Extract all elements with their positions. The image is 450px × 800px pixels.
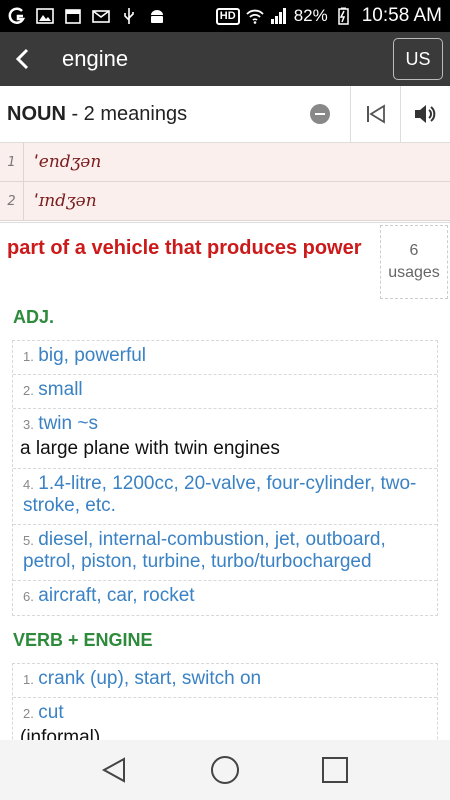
collapse-icon[interactable] (310, 104, 330, 124)
item-text: twin ~s (38, 413, 98, 434)
item-text: crank (up), start, switch on (38, 668, 262, 689)
calendar-icon (65, 9, 81, 24)
usages-label: usages (388, 264, 440, 281)
item-number: 1. (23, 349, 34, 364)
skip-back-icon (366, 104, 385, 124)
item-number: 6. (23, 589, 34, 604)
section-title: VERB + ENGINE (13, 630, 153, 650)
nav-recents-icon[interactable] (320, 755, 350, 785)
pronunciation-row[interactable]: 1 ˈendʒən (0, 142, 450, 182)
item-text: 1.4-litre, 1200cc, 20-valve, four-cylind… (23, 473, 417, 516)
signal-icon (270, 8, 286, 24)
item-number: 2. (23, 383, 34, 398)
pos-name: NOUN (7, 102, 66, 125)
item-text: aircraft, car, rocket (38, 585, 195, 606)
meaning-block: part of a vehicle that produces power 6 … (0, 222, 450, 300)
pronunciation-text: ˈɪndʒən (34, 191, 97, 211)
item-number: 1. (23, 672, 34, 687)
pronunciation-row[interactable]: 2 ˈɪndʒən (0, 181, 450, 221)
app-notification-icon (8, 7, 26, 24)
nav-home-icon[interactable] (209, 754, 241, 786)
list-item[interactable]: 1. big, powerful (13, 341, 437, 375)
pronunciation-number: 2 (0, 181, 24, 221)
navigation-bar (0, 740, 450, 800)
speaker-icon (414, 105, 435, 123)
skip-back-button[interactable] (350, 85, 400, 143)
usages-box[interactable]: 6 usages (380, 225, 448, 299)
section-title: ADJ. (13, 307, 55, 327)
gallery-icon (36, 8, 54, 24)
item-text: small (38, 379, 83, 400)
battery-percent: 82% (293, 6, 328, 25)
email-icon (92, 10, 110, 23)
item-text: cut (38, 702, 64, 723)
chevron-left-icon (15, 48, 29, 70)
item-number: 2. (23, 706, 34, 721)
list-item[interactable]: 5. diesel, internal-combustion, jet, out… (13, 525, 437, 581)
meanings-count: - 2 meanings (65, 102, 188, 125)
pos-label: NOUN - 2 meanings (0, 103, 187, 126)
clock: 10:58 AM (361, 5, 442, 26)
hd-voice-badge: HD (215, 7, 240, 25)
list-item[interactable]: 3. twin ~s a large plane with twin engin… (13, 409, 437, 469)
pos-header: NOUN - 2 meanings (0, 85, 450, 143)
item-number: 5. (23, 533, 34, 548)
status-bar: HD 82% 10:58 AM (0, 0, 450, 32)
battery-charging-icon (337, 7, 349, 25)
item-example: a large plane with twin engines (20, 438, 280, 459)
pronunciation-text: ˈendʒən (34, 152, 102, 172)
collocation-list: 1. big, powerful 2. small 3. twin ~s a l… (12, 340, 438, 616)
back-button[interactable] (0, 32, 44, 86)
item-number: 4. (23, 477, 34, 492)
nav-back-icon[interactable] (100, 755, 130, 785)
android-icon (151, 10, 163, 23)
pronunciation-number: 1 (0, 142, 24, 182)
speaker-button[interactable] (400, 85, 450, 143)
list-item[interactable]: 4. 1.4-litre, 1200cc, 20-valve, four-cyl… (13, 469, 437, 525)
action-bar: engine US (0, 32, 450, 86)
list-item[interactable]: 6. aircraft, car, rocket (13, 581, 437, 615)
language-button[interactable]: US (393, 38, 443, 80)
list-item[interactable]: 2. small (13, 375, 437, 409)
item-text: diesel, internal-combustion, jet, outboa… (23, 529, 386, 572)
wifi-icon (246, 9, 264, 24)
meaning-definition: part of a vehicle that produces power (7, 237, 362, 259)
page-title: engine (62, 46, 129, 71)
item-number: 3. (23, 417, 34, 432)
usages-count: 6 (409, 242, 419, 259)
list-item[interactable]: 1. crank (up), start, switch on (13, 664, 437, 698)
item-text: big, powerful (38, 345, 147, 366)
usb-icon (124, 8, 134, 24)
